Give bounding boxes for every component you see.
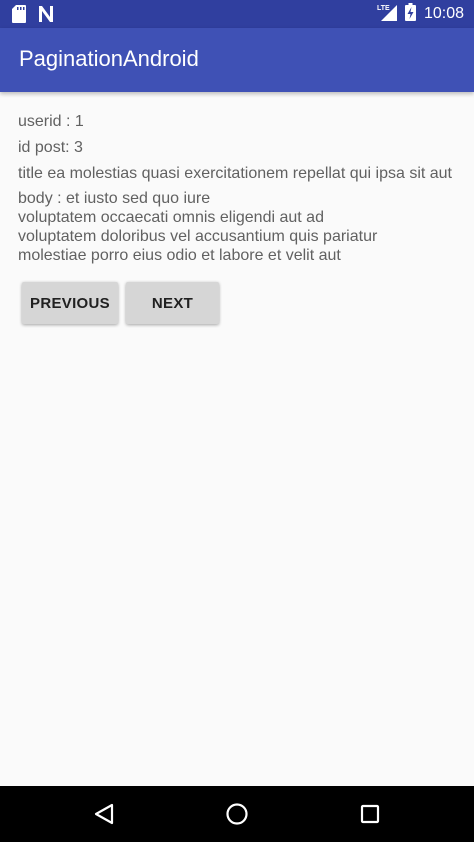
app-title: PaginationAndroid bbox=[19, 46, 199, 71]
lte-signal-icon: LTE bbox=[377, 3, 397, 26]
status-left-icons bbox=[12, 5, 54, 28]
recents-icon[interactable] bbox=[352, 796, 388, 832]
back-icon[interactable] bbox=[86, 796, 122, 832]
battery-charging-icon bbox=[404, 2, 416, 26]
home-icon[interactable] bbox=[219, 796, 255, 832]
post-id: id post: 3 bbox=[18, 139, 83, 156]
svg-text:LTE: LTE bbox=[377, 5, 390, 12]
status-bar: LTE 10:08 bbox=[0, 0, 474, 28]
post-title: title ea molestias quasi exercitationem … bbox=[18, 165, 452, 182]
pagination-buttons: PREVIOUS NEXT bbox=[22, 282, 219, 324]
app-bar: PaginationAndroid bbox=[0, 28, 474, 92]
next-button[interactable]: NEXT bbox=[126, 282, 219, 324]
status-right-icons: LTE 10:08 bbox=[377, 0, 464, 28]
post-content: userid : 1 id post: 3 title ea molestias… bbox=[18, 112, 458, 265]
notification-n-icon bbox=[38, 6, 54, 27]
navigation-bar bbox=[0, 786, 474, 842]
sd-card-icon bbox=[12, 5, 26, 28]
previous-button[interactable]: PREVIOUS bbox=[22, 282, 118, 324]
status-time: 10:08 bbox=[423, 5, 464, 22]
screen: LTE 10:08 PaginationAndroid userid : 1 i… bbox=[0, 0, 474, 842]
post-body: body : et iusto sed quo iure voluptatem … bbox=[18, 190, 378, 264]
post-userid: userid : 1 bbox=[18, 113, 84, 130]
